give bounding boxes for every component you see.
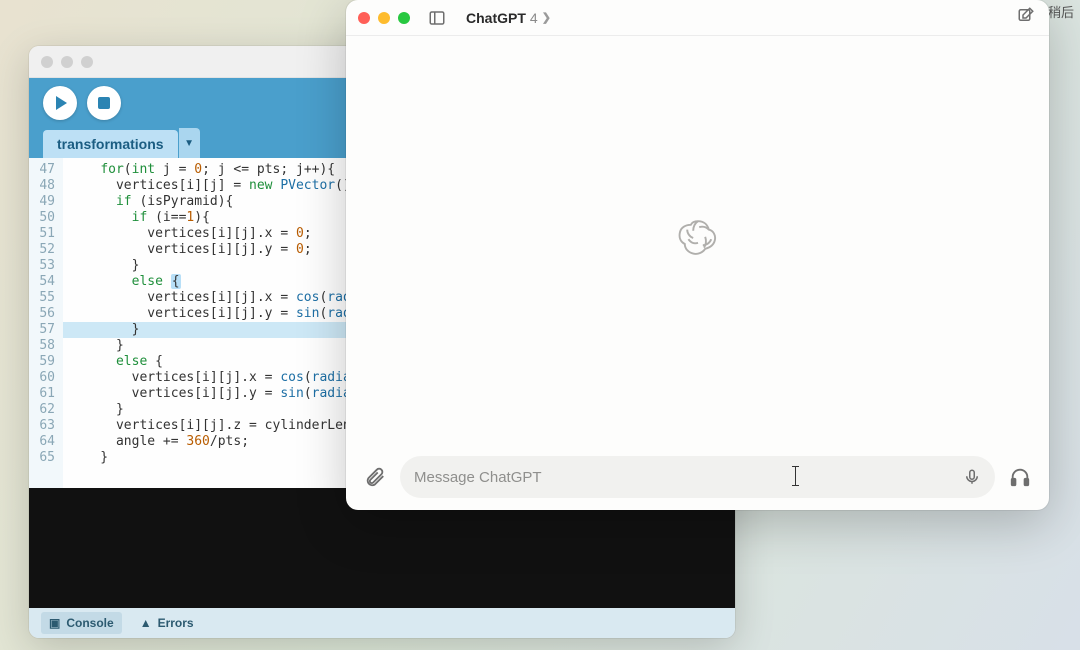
play-icon	[56, 96, 67, 110]
minimize-dot[interactable]	[378, 12, 390, 24]
gpt-titlebar: ChatGPT 4 ❯	[346, 0, 1049, 36]
console-tab-label: Console	[66, 616, 113, 630]
run-button[interactable]	[43, 86, 77, 120]
sidebar-toggle-icon[interactable]	[428, 9, 446, 27]
gpt-title-text: ChatGPT	[466, 10, 526, 26]
ide-traffic-lights[interactable]	[41, 56, 93, 68]
openai-logo-icon	[674, 214, 722, 267]
terminal-icon: ▣	[49, 616, 60, 630]
chatgpt-window: ChatGPT 4 ❯	[346, 0, 1049, 510]
chevron-right-icon: ❯	[542, 11, 551, 24]
line-gutter: 47484950515253545556575859606162636465	[29, 158, 63, 488]
gpt-version: 4	[530, 10, 538, 26]
stop-button[interactable]	[87, 86, 121, 120]
headphones-icon[interactable]	[1009, 466, 1031, 488]
warning-icon: ▲	[140, 616, 152, 630]
gpt-traffic-lights[interactable]	[358, 12, 410, 24]
console-tab[interactable]: ▣ Console	[41, 612, 122, 634]
gpt-empty-state	[346, 36, 1049, 444]
message-input[interactable]	[414, 469, 953, 486]
close-dot[interactable]	[358, 12, 370, 24]
attachment-icon[interactable]	[364, 466, 386, 488]
text-cursor-icon	[795, 466, 796, 486]
stop-icon	[98, 97, 110, 109]
tab-dropdown[interactable]: ▼	[178, 128, 200, 158]
new-chat-icon[interactable]	[1017, 6, 1035, 29]
microphone-icon[interactable]	[963, 468, 981, 486]
ide-footer: ▣ Console ▲ Errors	[29, 608, 735, 638]
external-label: 稍后	[1048, 2, 1074, 21]
minimize-dot[interactable]	[61, 56, 73, 68]
close-dot[interactable]	[41, 56, 53, 68]
tab-transformations[interactable]: transformations	[43, 130, 178, 158]
zoom-dot[interactable]	[81, 56, 93, 68]
gpt-input-bar	[346, 444, 1049, 510]
zoom-dot[interactable]	[398, 12, 410, 24]
model-selector[interactable]: ChatGPT 4 ❯	[466, 10, 551, 26]
errors-tab-label: Errors	[158, 616, 194, 630]
message-field[interactable]	[400, 456, 995, 498]
errors-tab[interactable]: ▲ Errors	[140, 616, 194, 630]
